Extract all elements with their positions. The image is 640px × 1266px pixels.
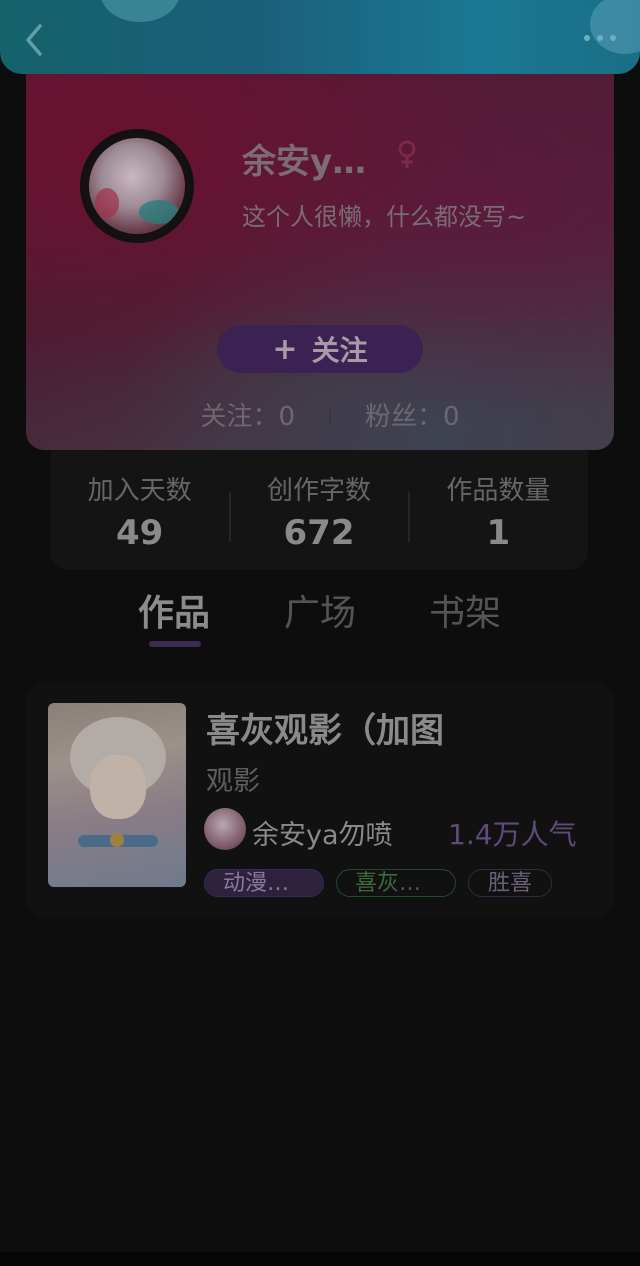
divider — [229, 492, 231, 542]
stat-label: 作品数量 — [446, 476, 551, 506]
tab-bar: 作品 广场 书架 — [0, 580, 640, 650]
tag-chip[interactable]: 喜灰… — [336, 869, 456, 897]
tab-works[interactable]: 作品 — [138, 584, 210, 636]
stat-label: 创作字数 — [266, 476, 371, 506]
followers-count[interactable]: 粉丝：0 — [365, 396, 460, 433]
avatar[interactable] — [80, 129, 194, 243]
plus-icon: + — [272, 331, 298, 367]
stats-panel: 加入天数 49 创作字数 672 作品数量 1 — [50, 450, 588, 570]
top-bar — [0, 0, 640, 74]
author-avatar — [204, 808, 246, 850]
divider — [408, 492, 410, 542]
work-category: 观影 — [206, 766, 260, 797]
stat-value: 672 — [283, 513, 355, 553]
following-count[interactable]: 关注：0 — [200, 396, 295, 433]
follow-button[interactable]: + 关注 — [217, 325, 423, 373]
stat-word-count: 创作字数 672 — [229, 450, 408, 570]
follow-counts: 关注：0 粉丝：0 — [190, 396, 470, 433]
tag-chip[interactable]: 胜喜 — [468, 869, 552, 897]
back-button[interactable] — [18, 22, 50, 58]
bio-text: 这个人很懒，什么都没写~ — [242, 203, 527, 231]
female-icon — [396, 140, 418, 170]
stat-value: 49 — [116, 513, 164, 553]
tab-indicator — [149, 641, 201, 647]
tag-chip[interactable]: 动漫… — [204, 869, 324, 897]
stat-work-count: 作品数量 1 — [409, 450, 588, 570]
bottom-edge — [0, 1252, 640, 1266]
chevron-left-icon — [26, 24, 42, 56]
author-name: 余安ya勿喷 — [252, 820, 393, 851]
stat-join-days: 加入天数 49 — [50, 450, 229, 570]
divider — [329, 405, 331, 424]
more-horizontal-icon — [584, 35, 616, 41]
decorative-bubble — [100, 0, 180, 22]
profile-card — [26, 74, 614, 450]
tab-bookshelf[interactable]: 书架 — [429, 584, 501, 636]
follow-button-label: 关注 — [311, 334, 368, 367]
work-card[interactable]: 喜灰观影（加图 观影 余安ya勿喷 1.4万人气 动漫… 喜灰… 胜喜 — [26, 683, 614, 917]
nickname: 余安y… — [242, 142, 367, 182]
stat-value: 1 — [486, 513, 511, 553]
tag-list: 动漫… 喜灰… 胜喜 — [204, 869, 552, 897]
stat-label: 加入天数 — [87, 476, 192, 506]
more-button[interactable] — [582, 28, 618, 48]
popularity-count: 1.4万人气 — [448, 818, 577, 851]
tab-square[interactable]: 广场 — [284, 584, 356, 636]
avatar-image — [89, 138, 185, 234]
work-title[interactable]: 喜灰观影（加图 — [206, 703, 444, 752]
work-cover-image[interactable] — [48, 703, 186, 887]
